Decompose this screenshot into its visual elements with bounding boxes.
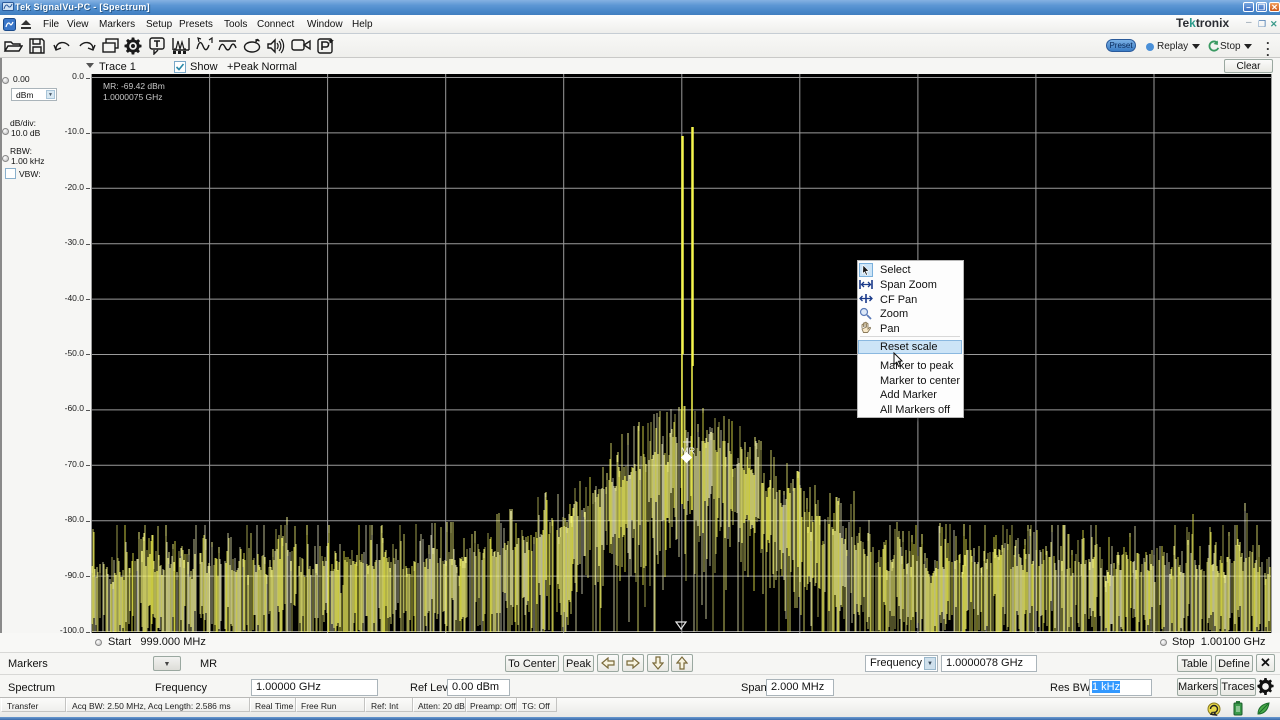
svg-text:1.0000075 GHz: 1.0000075 GHz	[103, 92, 163, 102]
svg-text:MR: -69.42 dBm: MR: -69.42 dBm	[103, 81, 165, 91]
